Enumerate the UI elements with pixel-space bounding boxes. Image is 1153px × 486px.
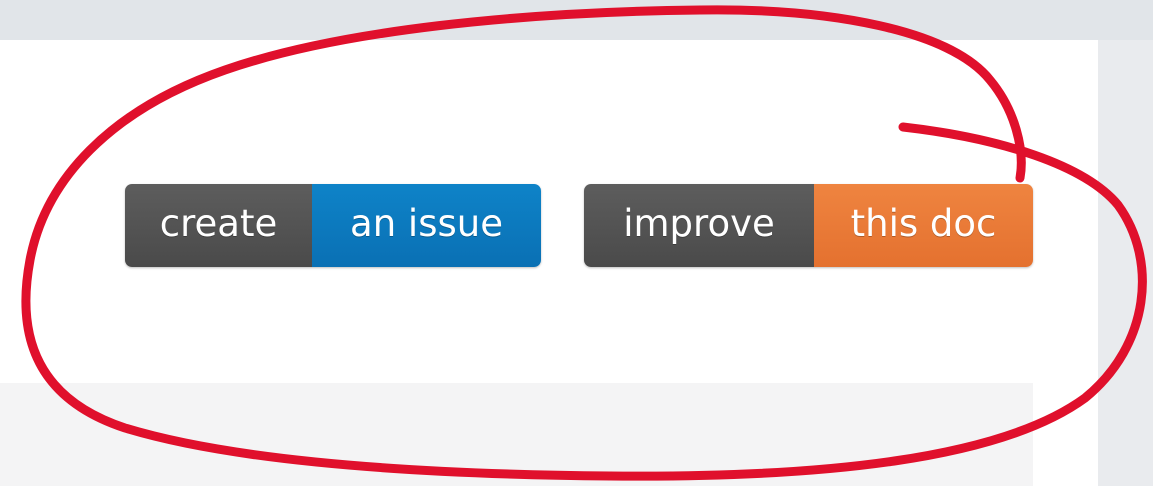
- lower-content-panel: [0, 383, 1033, 486]
- improve-doc-badge-button[interactable]: improve this doc: [584, 184, 1033, 267]
- lower-gap: [1033, 383, 1098, 486]
- right-sidebar-strip: [1098, 40, 1153, 486]
- top-bar: [0, 0, 1153, 40]
- create-issue-badge-label: create: [125, 184, 312, 267]
- improve-doc-badge-value: this doc: [814, 184, 1033, 267]
- create-issue-badge-button[interactable]: create an issue: [125, 184, 541, 267]
- create-issue-badge-value: an issue: [312, 184, 541, 267]
- improve-doc-badge-label: improve: [584, 184, 814, 267]
